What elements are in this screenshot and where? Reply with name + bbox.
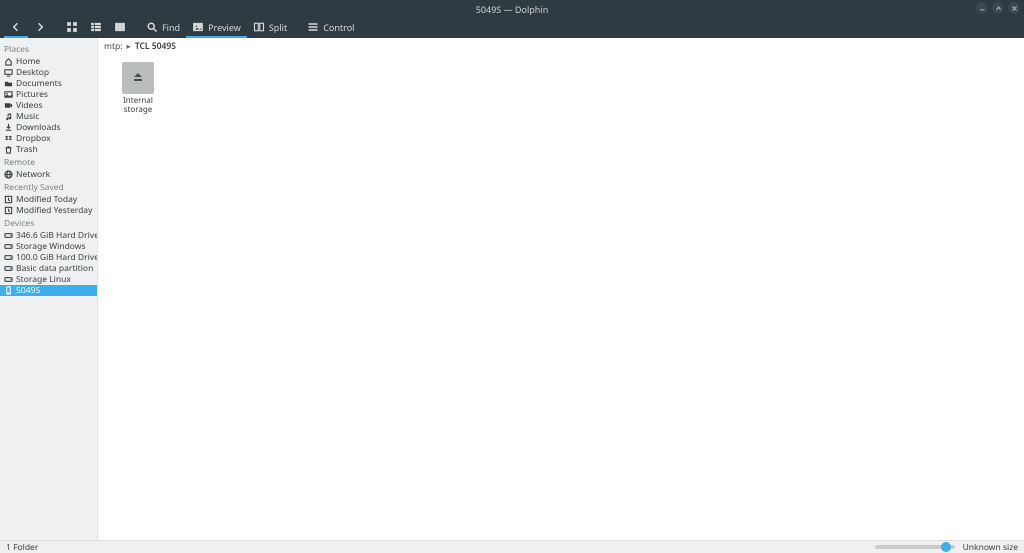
recent-icon [4, 206, 13, 215]
sidebar-item-dropbox[interactable]: Dropbox [0, 133, 97, 144]
sidebar-item-label: Music [16, 111, 39, 122]
sidebar-item-downloads[interactable]: Downloads [0, 122, 97, 133]
sidebar-item-basic-data-partition[interactable]: Basic data partition [0, 263, 97, 274]
sidebar-item-100-0-gib-hard-drive[interactable]: 100.0 GiB Hard Drive [0, 252, 97, 263]
sidebar-item-storage-windows[interactable]: Storage Windows [0, 241, 97, 252]
sidebar-item-label: Desktop [16, 67, 49, 78]
sidebar-item-346-6-gib-hard-drive[interactable]: 346.6 GiB Hard Drive [0, 230, 97, 241]
forward-button[interactable] [28, 18, 52, 38]
breadcrumb-segment[interactable]: mtp: [104, 41, 123, 52]
sidebar-item-trash[interactable]: Trash [0, 144, 97, 155]
phone-icon [4, 286, 13, 295]
file-label: Internal storage [108, 97, 168, 115]
content-area: mtp: ▸ TCL 5049S Internal storage [97, 38, 1024, 540]
drive-icon [4, 264, 13, 273]
status-left: 1 Folder [6, 542, 38, 553]
sidebar-item-music[interactable]: Music [0, 111, 97, 122]
sidebar-item-label: Pictures [16, 89, 48, 100]
breadcrumb-separator-icon: ▸ [127, 41, 131, 52]
sidebar-item-label: Documents [16, 78, 62, 89]
window-title: 5049S — Dolphin [476, 3, 549, 16]
video-icon [4, 101, 13, 110]
sidebar-item-5049s[interactable]: 5049S [0, 285, 97, 296]
drive-icon [4, 253, 13, 262]
breadcrumb-segment[interactable]: TCL 5049S [135, 41, 176, 52]
network-icon [4, 170, 13, 179]
sidebar-item-label: Storage Linux [16, 274, 71, 285]
find-button[interactable]: Find [140, 18, 186, 38]
sidebar-item-videos[interactable]: Videos [0, 100, 97, 111]
sidebar-item-pictures[interactable]: Pictures [0, 89, 97, 100]
back-button[interactable] [4, 18, 28, 38]
breadcrumb: mtp: ▸ TCL 5049S [98, 38, 1024, 54]
sidebar-item-label: 346.6 GiB Hard Drive [16, 230, 97, 241]
home-icon [4, 57, 13, 66]
sidebar-item-label: Modified Yesterday [16, 205, 92, 216]
places-panel: PlacesHomeDesktopDocumentsPicturesVideos… [0, 38, 97, 540]
sidebar-item-modified-yesterday[interactable]: Modified Yesterday [0, 205, 97, 216]
sidebar-header: Recently Saved [0, 180, 97, 194]
zoom-slider[interactable] [875, 545, 955, 549]
toolbar: Find Preview Split Control [0, 18, 1024, 38]
sidebar-item-home[interactable]: Home [0, 56, 97, 67]
icons-view-button[interactable] [60, 18, 84, 38]
sidebar-header: Devices [0, 216, 97, 230]
drive-icon [4, 242, 13, 251]
sidebar-item-label: Videos [16, 100, 43, 111]
drive-icon [4, 275, 13, 284]
sidebar-item-label: Modified Today [16, 194, 77, 205]
sidebar-item-modified-today[interactable]: Modified Today [0, 194, 97, 205]
compact-view-button[interactable] [84, 18, 108, 38]
status-right: Unknown size [963, 542, 1018, 553]
dropbox-icon [4, 134, 13, 143]
desktop-icon [4, 68, 13, 77]
sidebar-item-documents[interactable]: Documents [0, 78, 97, 89]
sidebar-item-label: Trash [16, 144, 38, 155]
statusbar: 1 Folder Unknown size [0, 540, 1024, 553]
file-item[interactable]: Internal storage [108, 62, 168, 115]
recent-icon [4, 195, 13, 204]
split-button[interactable]: Split [247, 18, 293, 38]
sidebar-item-label: Basic data partition [16, 263, 93, 274]
titlebar: 5049S — Dolphin [0, 0, 1024, 18]
download-icon [4, 123, 13, 132]
details-view-button[interactable] [108, 18, 132, 38]
control-menu-button[interactable]: Control [301, 18, 360, 38]
removable-drive-icon [122, 62, 154, 94]
close-button[interactable] [1008, 2, 1020, 14]
drive-icon [4, 231, 13, 240]
zoom-handle[interactable] [941, 542, 951, 552]
sidebar-item-label: 100.0 GiB Hard Drive [16, 252, 97, 263]
sidebar-header: Remote [0, 155, 97, 169]
folder-icon [4, 79, 13, 88]
maximize-button[interactable] [992, 2, 1004, 14]
trash-icon [4, 145, 13, 154]
sidebar-item-label: Network [16, 169, 50, 180]
sidebar-item-desktop[interactable]: Desktop [0, 67, 97, 78]
sidebar-item-label: Home [16, 56, 40, 67]
sidebar-item-label: Dropbox [16, 133, 51, 144]
sidebar-header: Places [0, 42, 97, 56]
sidebar-item-label: Storage Windows [16, 241, 86, 252]
sidebar-item-network[interactable]: Network [0, 169, 97, 180]
music-icon [4, 112, 13, 121]
preview-button[interactable]: Preview [186, 18, 247, 38]
sidebar-item-storage-linux[interactable]: Storage Linux [0, 274, 97, 285]
minimize-button[interactable] [976, 2, 988, 14]
sidebar-item-label: Downloads [16, 122, 61, 133]
pictures-icon [4, 90, 13, 99]
file-view[interactable]: Internal storage [98, 54, 1024, 540]
sidebar-item-label: 5049S [16, 285, 40, 296]
